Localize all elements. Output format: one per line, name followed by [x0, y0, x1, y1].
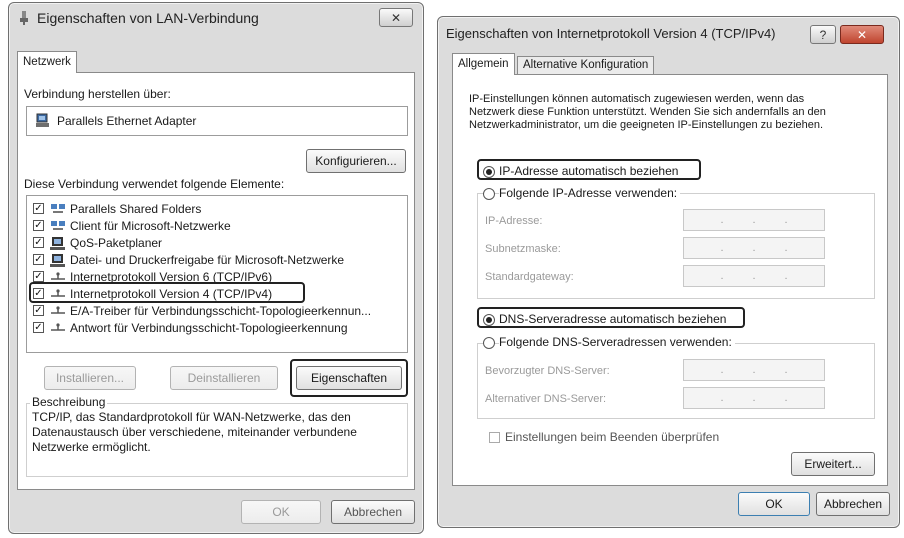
advanced-button[interactable]: Erweitert... [791, 452, 875, 476]
cancel-button[interactable]: Abbrechen [331, 500, 415, 524]
computer-service-icon [50, 236, 66, 250]
dns-preferred-label: Bevorzugter DNS-Server: [485, 365, 610, 377]
ip-auto-highlight [477, 159, 701, 180]
cancel-button[interactable]: Abbrechen [816, 492, 890, 516]
ok-button[interactable]: OK [241, 500, 321, 524]
item-label: Datei- und Druckerfreigabe für Microsoft… [70, 252, 345, 267]
validate-label: Einstellungen beim Beenden überprüfen [505, 430, 720, 444]
titlebar[interactable]: Eigenschaften von LAN-Verbindung ✕ [9, 3, 423, 33]
window-title: Eigenschaften von Internetprotokoll Vers… [446, 26, 776, 41]
close-icon: ✕ [856, 27, 868, 42]
list-item[interactable]: ✓ QoS-Paketplaner [33, 234, 162, 251]
window-icon [19, 11, 29, 25]
uninstall-button[interactable]: Deinstallieren [170, 366, 278, 390]
dns-alternative-field[interactable]: ... [683, 387, 825, 409]
list-item[interactable]: ✓ Antwort für Verbindungsschicht-Topolog… [33, 319, 348, 336]
item-label: QoS-Paketplaner [70, 235, 163, 250]
item-label: Client für Microsoft-Netzwerke [70, 218, 231, 233]
close-button[interactable]: ✕ [840, 25, 884, 44]
close-button[interactable]: ✕ [379, 8, 413, 27]
dns-auto-highlight [477, 307, 745, 328]
checkbox[interactable]: ✓ [33, 271, 44, 282]
adapter-box: Parallels Ethernet Adapter [26, 106, 408, 136]
computer-service-icon [50, 253, 66, 267]
info-text: IP-Einstellungen können automatisch zuge… [469, 93, 826, 131]
dns-alternative-label: Alternativer DNS-Server: [485, 393, 607, 405]
description-label: Beschreibung [30, 395, 108, 409]
network-adapter-icon [35, 113, 51, 132]
window-title: Eigenschaften von LAN-Verbindung [37, 10, 259, 26]
dns-manual-radio[interactable] [483, 337, 495, 349]
elements-label: Diese Verbindung verwendet folgende Elem… [24, 177, 285, 191]
titlebar[interactable]: Eigenschaften von Internetprotokoll Vers… [438, 17, 899, 47]
help-icon: ? [819, 27, 827, 42]
checkbox[interactable]: ✓ [33, 237, 44, 248]
close-icon: ✕ [390, 10, 402, 25]
gateway-field[interactable]: ... [683, 265, 825, 287]
elements-list[interactable]: ✓ Parallels Shared Folders ✓ Client für … [26, 195, 408, 353]
list-item[interactable]: ✓ E/A-Treiber für Verbindungsschicht-Top… [33, 302, 371, 319]
item-label: E/A-Treiber für Verbindungsschicht-Topol… [70, 303, 372, 318]
subnet-field[interactable]: ... [683, 237, 825, 259]
protocol-icon [50, 271, 66, 283]
tab-general[interactable]: Allgemein [452, 53, 515, 75]
ipv4-properties-window: Eigenschaften von Internetprotokoll Vers… [437, 16, 900, 528]
ip-manual-label[interactable]: Folgende IP-Adresse verwenden: [499, 186, 681, 200]
dns-manual-label[interactable]: Folgende DNS-Serveradressen verwenden: [499, 335, 735, 349]
configure-button[interactable]: Konfigurieren... [306, 149, 406, 173]
ipv4-highlight [29, 282, 305, 303]
tab-alternative[interactable]: Alternative Konfiguration [517, 56, 655, 75]
gateway-label: Standardgateway: [485, 271, 574, 283]
item-label: Parallels Shared Folders [70, 201, 202, 216]
checkbox[interactable]: ✓ [33, 220, 44, 231]
protocol-icon [50, 305, 66, 317]
help-button[interactable]: ? [810, 25, 836, 44]
subnet-label: Subnetzmaske: [485, 243, 561, 255]
checkbox[interactable]: ✓ [33, 254, 44, 265]
tab-panel: IP-Einstellungen können automatisch zuge… [452, 74, 888, 486]
ip-address-label: IP-Adresse: [485, 215, 543, 227]
ip-address-field[interactable]: ... [683, 209, 825, 231]
list-item[interactable]: ✓ Client für Microsoft-Netzwerke [33, 217, 231, 234]
description-text: TCP/IP, das Standardprotokoll für WAN-Ne… [32, 410, 357, 454]
network-client-icon [50, 203, 66, 215]
connect-label: Verbindung herstellen über: [24, 87, 171, 101]
protocol-icon [50, 322, 66, 334]
properties-highlight [290, 359, 408, 397]
item-label: Antwort für Verbindungsschicht-Topologie… [70, 320, 348, 335]
checkbox[interactable]: ✓ [33, 305, 44, 316]
adapter-name: Parallels Ethernet Adapter [57, 114, 197, 128]
ok-button[interactable]: OK [738, 492, 810, 516]
install-button[interactable]: Installieren... [44, 366, 136, 390]
validate-checkbox[interactable] [489, 432, 500, 443]
lan-properties-window: Eigenschaften von LAN-Verbindung ✕ Netzw… [8, 2, 424, 534]
tab-netzwerk[interactable]: Netzwerk [17, 51, 77, 73]
network-client-icon [50, 220, 66, 232]
checkbox[interactable]: ✓ [33, 322, 44, 333]
dns-preferred-field[interactable]: ... [683, 359, 825, 381]
checkbox[interactable]: ✓ [33, 203, 44, 214]
tab-panel: Verbindung herstellen über: Parallels Et… [17, 72, 415, 490]
list-item[interactable]: ✓ Parallels Shared Folders [33, 200, 201, 217]
ip-manual-radio[interactable] [483, 188, 495, 200]
list-item[interactable]: ✓ Datei- und Druckerfreigabe für Microso… [33, 251, 344, 268]
